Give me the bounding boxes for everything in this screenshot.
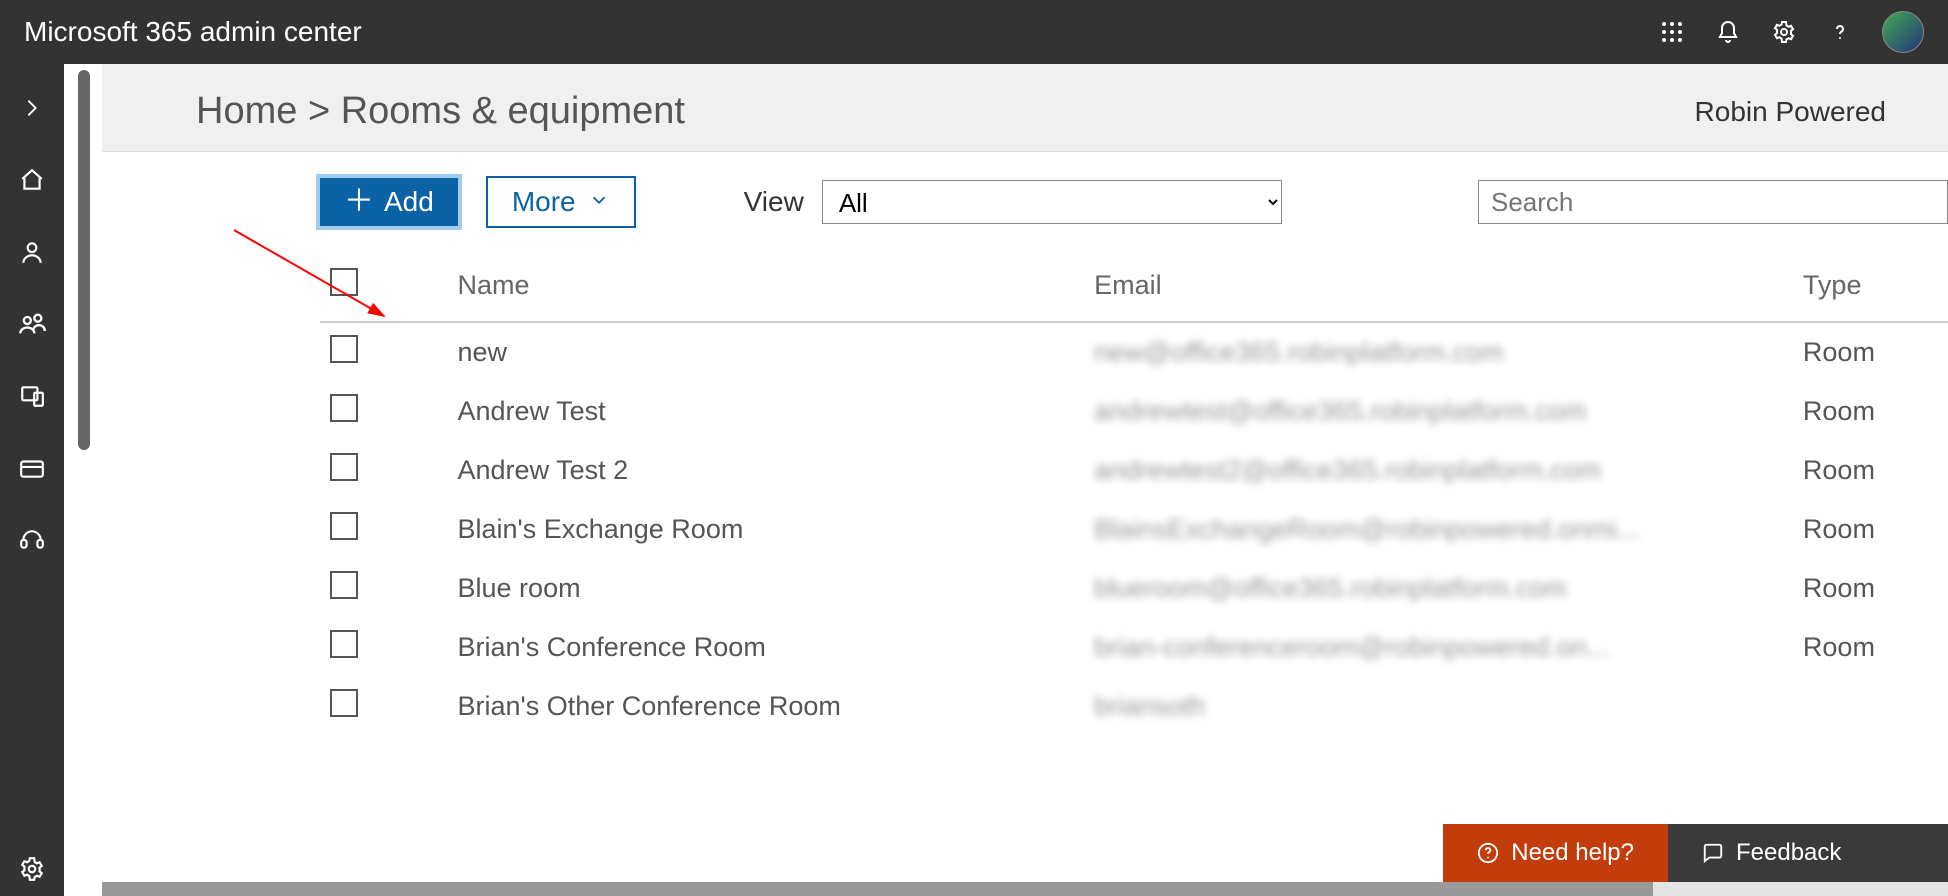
row-checkbox[interactable]: [330, 689, 358, 717]
rooms-table-wrap: Name Email Type new new@office365.robinpl…: [102, 252, 1948, 896]
breadcrumb-separator: >: [308, 90, 330, 132]
more-button[interactable]: More: [486, 176, 636, 228]
row-name: Brian's Other Conference Room: [408, 691, 841, 722]
row-checkbox[interactable]: [330, 571, 358, 599]
groups-icon[interactable]: [18, 310, 46, 338]
row-email: andrewtest2@office365.robinplatform.com: [1094, 455, 1601, 485]
chat-icon: [1702, 842, 1724, 864]
row-type: Room: [1803, 514, 1875, 544]
row-name: Brian's Conference Room: [408, 632, 766, 663]
billing-icon[interactable]: [18, 454, 46, 482]
settings-icon[interactable]: [1770, 18, 1798, 46]
need-help-label: Need help?: [1511, 839, 1634, 867]
home-icon[interactable]: [18, 166, 46, 194]
view-select[interactable]: All: [822, 180, 1282, 224]
row-type: Room: [1803, 632, 1875, 662]
help-icon[interactable]: [1826, 18, 1854, 46]
column-type[interactable]: Type: [1793, 252, 1948, 322]
rooms-table: Name Email Type new new@office365.robinpl…: [320, 252, 1948, 736]
toolbar: ＋ Add More View All: [102, 151, 1948, 252]
row-type: Room: [1803, 573, 1875, 603]
column-name[interactable]: Name: [408, 270, 530, 301]
user-icon[interactable]: [18, 238, 46, 266]
notifications-icon[interactable]: [1714, 18, 1742, 46]
row-name: new: [408, 337, 508, 368]
row-type: Room: [1803, 337, 1875, 367]
feedback-label: Feedback: [1736, 839, 1841, 867]
question-circle-icon: [1477, 842, 1499, 864]
feedback-button[interactable]: Feedback: [1668, 824, 1948, 882]
avatar[interactable]: [1882, 11, 1924, 53]
row-email: blueroom@office365.robinplatform.com: [1094, 573, 1567, 603]
row-checkbox[interactable]: [330, 512, 358, 540]
top-header: Microsoft 365 admin center: [0, 0, 1948, 64]
add-button[interactable]: ＋ Add: [320, 178, 458, 226]
row-name: Blain's Exchange Room: [408, 514, 744, 545]
row-checkbox[interactable]: [330, 453, 358, 481]
support-icon[interactable]: [18, 526, 46, 554]
table-row[interactable]: Brian's Other Conference Room briansoth: [320, 677, 1948, 736]
vertical-scrollbar[interactable]: [78, 70, 90, 450]
row-type: Room: [1803, 396, 1875, 426]
table-row[interactable]: new new@office365.robinplatform.com Room: [320, 322, 1948, 382]
table-row[interactable]: Andrew Test andrewtest@office365.robinpla…: [320, 382, 1948, 441]
row-email: new@office365.robinplatform.com: [1094, 337, 1504, 367]
search-input[interactable]: [1478, 180, 1948, 224]
left-nav-rail: [0, 64, 64, 896]
select-all-checkbox[interactable]: [330, 268, 358, 296]
plus-icon: ＋: [344, 187, 374, 217]
app-launcher-icon[interactable]: [1658, 18, 1686, 46]
breadcrumb: Home > Rooms & equipment: [196, 90, 685, 133]
table-row[interactable]: Brian's Conference Room brian-conferencer…: [320, 618, 1948, 677]
nav-settings-icon[interactable]: [18, 868, 46, 896]
row-name: Blue room: [408, 573, 581, 604]
more-button-label: More: [512, 186, 576, 218]
table-row[interactable]: Andrew Test 2 andrewtest2@office365.robin…: [320, 441, 1948, 500]
org-name: Robin Powered: [1695, 96, 1886, 128]
row-email: BlainsExchangeRoom@robinpowered.onmi...: [1094, 514, 1639, 544]
devices-icon[interactable]: [18, 382, 46, 410]
row-checkbox[interactable]: [330, 335, 358, 363]
row-name: Andrew Test 2: [408, 455, 629, 486]
add-button-label: Add: [384, 186, 434, 218]
table-row[interactable]: Blain's Exchange Room BlainsExchangeRoom@…: [320, 500, 1948, 559]
app-title: Microsoft 365 admin center: [24, 16, 362, 48]
need-help-button[interactable]: Need help?: [1443, 824, 1668, 882]
column-email[interactable]: Email: [1084, 252, 1793, 322]
row-name: Andrew Test: [408, 396, 606, 427]
bottom-action-bar: Need help? Feedback: [1443, 824, 1948, 882]
expand-nav-icon[interactable]: [18, 94, 46, 122]
horizontal-scrollbar[interactable]: [102, 882, 1948, 896]
row-checkbox[interactable]: [330, 394, 358, 422]
row-email: andrewtest@office365.robinplatform.com: [1094, 396, 1586, 426]
breadcrumb-current: Rooms & equipment: [341, 90, 685, 132]
row-type: Room: [1803, 455, 1875, 485]
row-email: briansoth: [1094, 691, 1205, 721]
table-row[interactable]: Blue room blueroom@office365.robinplatfor…: [320, 559, 1948, 618]
view-label: View: [744, 186, 804, 218]
top-header-actions: [1658, 11, 1924, 53]
main-panel: Home > Rooms & equipment Robin Powered ＋…: [64, 64, 1948, 896]
row-checkbox[interactable]: [330, 630, 358, 658]
row-email: brian-conferenceroom@robinpowered.on...: [1094, 632, 1609, 662]
breadcrumb-home[interactable]: Home: [196, 90, 297, 132]
chevron-down-icon: [588, 186, 610, 218]
